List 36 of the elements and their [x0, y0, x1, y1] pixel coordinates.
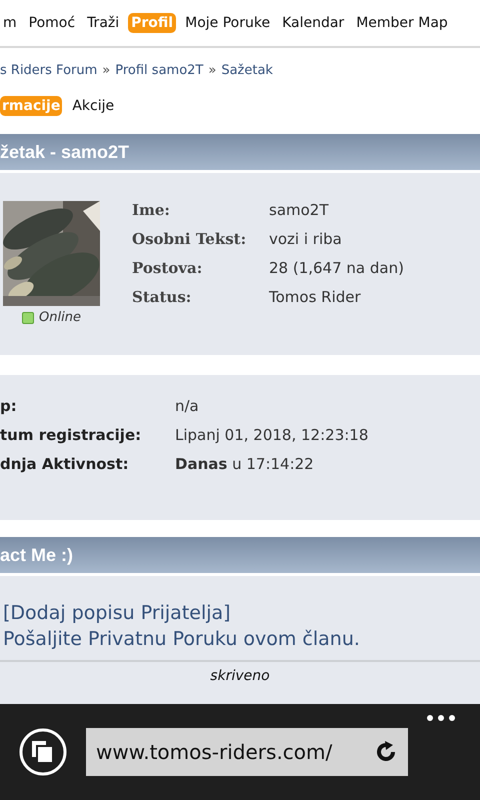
profile-tab[interactable]: Akcije: [70, 96, 116, 116]
contact-link[interactable]: Pošaljite Privatnu Poruku ovom članu.: [3, 626, 480, 652]
field-label: tum registracije:: [0, 426, 142, 444]
field-value: 28 (1,647 na dan): [269, 259, 404, 277]
section-header: act Me :): [0, 537, 480, 576]
online-status: Online: [39, 310, 81, 325]
field-value: Lipanj 01, 2018, 12:23:18: [175, 426, 370, 444]
field-label: Postova:: [132, 259, 204, 277]
nav-tab[interactable]: Traži: [84, 13, 122, 33]
address-field[interactable]: www.tomos-riders.com/: [86, 728, 408, 776]
nav-tab[interactable]: Moje Poruke: [182, 13, 274, 33]
more-icon[interactable]: [426, 714, 456, 722]
nav-tab[interactable]: m: [0, 13, 20, 33]
field-value: samo2T: [269, 201, 330, 219]
breadcrumb-separator: »: [208, 62, 216, 78]
field-label: Osobni Tekst:: [132, 230, 248, 248]
field-value: Danas u 17:14:22: [175, 455, 315, 473]
hidden-email-text: skriveno: [210, 668, 270, 684]
field-label: Status:: [132, 288, 192, 306]
field-value: vozi i riba: [269, 230, 343, 248]
field-label: Ime:: [132, 201, 171, 219]
nav-tab[interactable]: Pomoć: [26, 13, 78, 33]
breadcrumb-separator: »: [102, 62, 110, 78]
contact-link[interactable]: [Dodaj popisu Prijatelja]: [3, 600, 480, 626]
field-label: p:: [0, 397, 18, 415]
refresh-icon[interactable]: [374, 740, 398, 764]
section-header: žetak - samo2T: [0, 134, 480, 173]
breadcrumb-link[interactable]: Sažetak: [221, 62, 273, 78]
breadcrumb-link[interactable]: s Riders Forum: [0, 62, 98, 78]
field-value: n/a: [175, 397, 200, 415]
tabs-icon[interactable]: [18, 727, 68, 777]
nav-tab[interactable]: Kalendar: [279, 13, 348, 33]
breadcrumb-link[interactable]: Profil samo2T: [115, 62, 204, 78]
field-value: Tomos Rider: [269, 288, 362, 306]
nav-tab[interactable]: Member Map: [353, 13, 451, 33]
field-label: dnja Aktivnost:: [0, 455, 130, 473]
